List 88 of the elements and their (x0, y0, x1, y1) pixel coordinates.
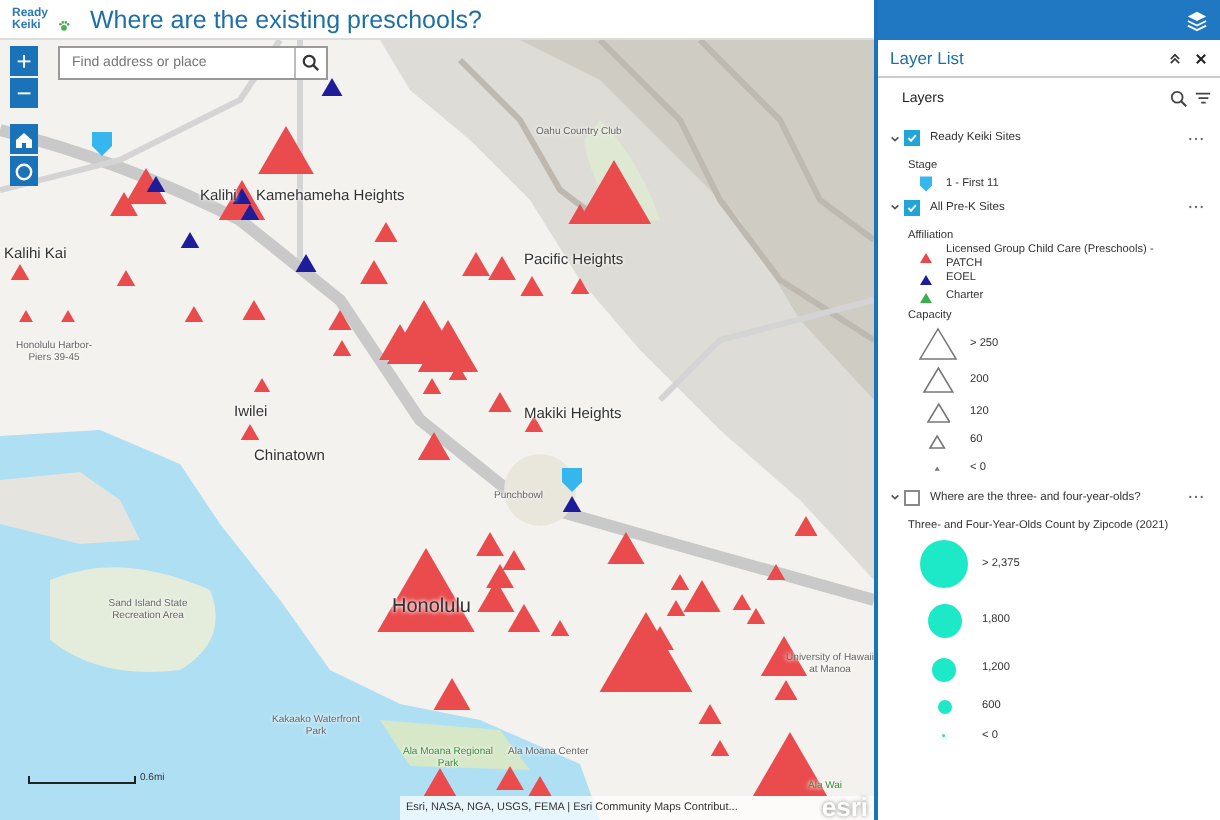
layer-checkbox[interactable] (904, 130, 920, 146)
collapse-icon[interactable] (1168, 51, 1182, 65)
triangle-marker[interactable] (507, 604, 541, 632)
triangle-marker[interactable] (258, 126, 314, 174)
triangle-marker[interactable] (528, 776, 552, 796)
triangle-marker[interactable] (562, 496, 582, 512)
triangle-marker[interactable] (240, 424, 260, 440)
triangle-marker[interactable] (486, 564, 514, 588)
triangle-marker[interactable] (417, 432, 451, 460)
search-icon (302, 54, 320, 72)
close-icon[interactable] (1194, 51, 1208, 65)
triangle-marker[interactable] (670, 574, 690, 590)
triangle-marker[interactable] (433, 678, 471, 710)
triangle-marker[interactable] (607, 532, 645, 564)
triangle-marker[interactable] (496, 766, 524, 790)
triangle-marker[interactable] (524, 416, 544, 432)
pin-marker[interactable] (562, 468, 582, 492)
triangle-marker[interactable] (321, 78, 343, 96)
triangle-marker[interactable] (360, 260, 388, 284)
triangle-marker[interactable] (794, 516, 818, 536)
size-triangle-icon (934, 466, 942, 472)
layers-icon[interactable] (1186, 9, 1208, 31)
size-circle-icon (927, 604, 961, 638)
size-circle-icon (932, 657, 956, 681)
triangle-marker[interactable] (710, 740, 730, 756)
triangle-marker[interactable] (462, 252, 490, 276)
triangle-marker[interactable] (374, 222, 398, 242)
size-triangle-icon (918, 326, 958, 362)
filter-icon[interactable] (1194, 90, 1212, 108)
search-icon[interactable] (1170, 90, 1188, 108)
more-options-icon[interactable] (1188, 135, 1204, 141)
size-triangle-icon (925, 401, 951, 423)
triangle-marker[interactable] (240, 204, 260, 220)
triangle-marker[interactable] (332, 340, 352, 356)
more-options-icon[interactable] (1188, 494, 1204, 500)
triangle-marker[interactable] (476, 532, 504, 556)
zoom-in-button[interactable]: + (10, 46, 38, 76)
triangle-marker[interactable] (502, 550, 526, 570)
caret-icon[interactable] (890, 202, 900, 212)
triangle-marker[interactable] (488, 256, 516, 280)
triangle-marker[interactable] (295, 254, 317, 272)
pin-symbol-icon (920, 176, 932, 192)
harbor-pier-area (0, 472, 140, 544)
locate-icon (14, 161, 34, 181)
triangle-marker[interactable] (232, 188, 252, 204)
triangle-marker[interactable] (423, 768, 457, 796)
triangle-marker[interactable] (10, 264, 30, 280)
layer-checkbox[interactable] (904, 489, 920, 505)
size-triangle-icon (921, 366, 955, 394)
triangle-marker[interactable] (683, 580, 721, 612)
home-button[interactable] (10, 124, 38, 154)
paw-icon (58, 19, 70, 31)
triangle-marker[interactable] (488, 392, 512, 412)
locate-button[interactable] (10, 156, 38, 186)
layer-checkbox[interactable] (904, 199, 920, 215)
triangle-marker[interactable] (422, 378, 442, 394)
caret-icon[interactable] (890, 492, 900, 502)
app-title: Where are the existing preschools? (90, 5, 482, 33)
triangle-marker[interactable] (146, 176, 166, 192)
triangle-marker[interactable] (253, 378, 271, 392)
esri-logo: esri (821, 796, 868, 820)
pin-marker[interactable] (92, 132, 112, 156)
triangle-marker[interactable] (732, 594, 752, 610)
triangle-marker[interactable] (746, 608, 766, 624)
home-icon (14, 129, 34, 149)
size-circle-icon (920, 540, 968, 588)
triangle-marker[interactable] (180, 232, 200, 248)
triangle-marker[interactable] (242, 300, 266, 320)
caret-icon[interactable] (890, 133, 900, 143)
triangle-marker[interactable] (666, 600, 686, 616)
triangle-marker[interactable] (19, 310, 33, 322)
triangle-marker[interactable] (599, 612, 693, 692)
zoom-out-button[interactable]: − (10, 78, 38, 108)
triangle-marker[interactable] (61, 310, 75, 322)
triangle-marker[interactable] (328, 310, 352, 330)
size-circle-icon (937, 700, 951, 714)
triangle-marker[interactable] (116, 270, 136, 286)
triangle-marker[interactable] (698, 704, 722, 724)
panel-title: Layer List (890, 48, 966, 68)
triangle-marker[interactable] (550, 620, 570, 636)
triangle-marker[interactable] (774, 680, 798, 700)
more-options-icon[interactable] (1188, 204, 1204, 210)
triangle-marker[interactable] (766, 564, 786, 580)
triangle-marker[interactable] (184, 306, 204, 322)
triangle-marker[interactable] (110, 192, 138, 216)
triangle-marker[interactable] (520, 276, 544, 296)
triangle-marker[interactable] (752, 732, 828, 796)
triangle-marker[interactable] (570, 278, 590, 294)
